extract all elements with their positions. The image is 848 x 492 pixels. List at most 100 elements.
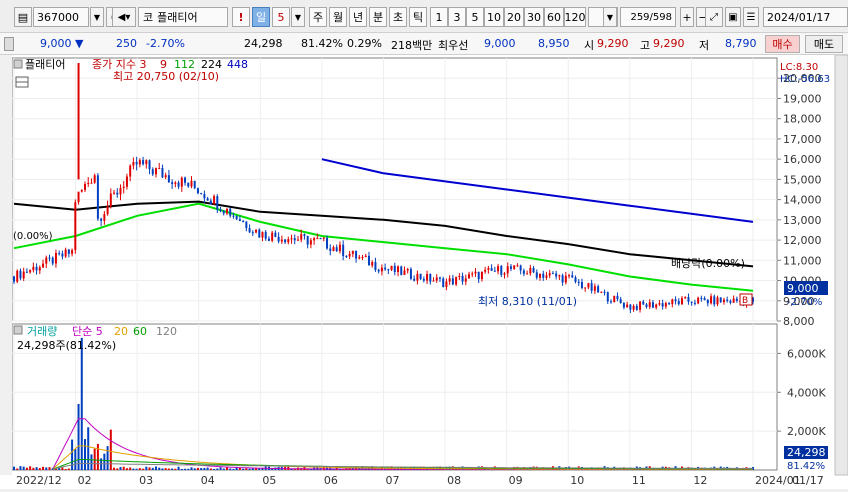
volume-bar [122, 466, 125, 470]
candle-body [548, 273, 551, 276]
minute-1-button[interactable]: 1 [430, 7, 448, 27]
minute-10-button[interactable]: 10 [484, 7, 504, 27]
volume-bar [245, 468, 248, 470]
candle-body [180, 177, 183, 187]
candle-body [539, 273, 542, 278]
volume-bar [129, 467, 132, 470]
candle-body [522, 270, 525, 274]
candle-body [284, 239, 287, 243]
btn-label: 120 [564, 10, 586, 24]
volume-bar [45, 467, 48, 470]
candle-body [190, 180, 193, 187]
vol-legend-ma5: 단순 5 [72, 325, 103, 338]
period-day-button[interactable]: 일 [252, 7, 270, 27]
candle-body [574, 277, 577, 282]
candle-body [51, 257, 54, 264]
minute-60-button[interactable]: 60 [544, 7, 564, 27]
candle-body [122, 186, 125, 188]
sell-button[interactable]: 매도 [805, 35, 843, 53]
candle-body [403, 270, 406, 275]
candle-body [700, 297, 703, 299]
date-tick-label: 04 [201, 474, 215, 487]
candle-body [658, 303, 661, 305]
legend-ma448: 448 [227, 58, 248, 71]
pct-tag-text: -2.70% [787, 297, 822, 308]
vol-collapse-icon[interactable] [13, 325, 23, 335]
minute-20-button[interactable]: 20 [504, 7, 524, 27]
alert-button[interactable]: ! [232, 7, 250, 27]
collapse-icon[interactable] [4, 37, 14, 51]
plus-icon[interactable]: + [680, 7, 694, 27]
candle-body [384, 267, 387, 270]
period-second-button[interactable]: 초 [389, 7, 407, 27]
candle-body [622, 303, 625, 308]
period-minute-button[interactable]: 분 [369, 7, 387, 27]
zoom-icon[interactable]: ⤢ [705, 7, 723, 27]
volume-tick-label: 6,000K [787, 347, 826, 360]
stock-name-field[interactable]: 코 플래티어 [138, 7, 228, 27]
period-tick-button[interactable]: 틱 [409, 7, 427, 27]
candle-body [229, 208, 232, 216]
speaker-icon[interactable]: ◀▾ [112, 7, 136, 27]
candle-body [274, 232, 277, 237]
candle-body [280, 239, 283, 242]
code-dropdown-icon[interactable]: ▼ [90, 7, 104, 27]
candle-body [587, 283, 590, 288]
minute-5-button[interactable]: 5 [466, 7, 484, 27]
vol-legend-ma60: 60 [133, 325, 147, 338]
volume-bar [216, 468, 219, 470]
period-month-button[interactable]: 월 [329, 7, 347, 27]
candle-body [371, 262, 374, 266]
volume-bar [161, 468, 164, 470]
candle-body [661, 303, 664, 307]
left-gutter [0, 55, 12, 475]
candle-body [471, 273, 474, 275]
volume-bar [125, 468, 128, 470]
vol-legend-title: 거래량 [27, 325, 57, 338]
candle-body [558, 275, 561, 277]
candle-body [38, 267, 41, 271]
candle-body [690, 301, 693, 303]
chart-area: 20,000 19,000 18,000 17,000 16,000 15,000 14,0… [0, 54, 848, 489]
left-annotation: (0.00%) [13, 231, 53, 242]
candle-body [119, 187, 122, 195]
stock-code-input[interactable]: 367000 [33, 7, 89, 27]
candle-body [213, 196, 216, 205]
volume-bar [158, 467, 161, 470]
period-year-button[interactable]: 년 [349, 7, 367, 27]
volume-tick-label: 2,000K [787, 425, 826, 438]
minute-30-button[interactable]: 30 [524, 7, 544, 27]
volume-bar [145, 466, 148, 470]
panel-collapse-icon[interactable] [13, 59, 23, 69]
candle-body [13, 276, 15, 282]
volume-axis: 6,000K 4,000K 2,000K [777, 347, 826, 438]
settings-icon[interactable]: ☰ [743, 7, 759, 27]
period-dropdown-icon[interactable]: ▼ [291, 7, 305, 27]
chart-type-icon[interactable]: ▤ [14, 7, 32, 27]
candle-body [216, 196, 219, 210]
alert-mark: ! [238, 10, 244, 24]
vol-legend-ma120: 120 [156, 325, 177, 338]
minute-3-button[interactable]: 3 [448, 7, 466, 27]
save-icon[interactable]: ▣ [725, 7, 741, 27]
candle-body [106, 206, 109, 215]
candle-body [348, 253, 351, 257]
scrollbar[interactable] [834, 54, 848, 476]
candle-body [406, 269, 409, 271]
candle-body [519, 265, 522, 271]
bid1: 9,000 [484, 37, 516, 50]
candle-body [445, 281, 448, 287]
price-tick-label: 14,000 [783, 194, 822, 207]
candle-body [451, 278, 454, 285]
date-field[interactable]: 2024/01/17 [763, 7, 848, 27]
candle-body [397, 266, 400, 273]
custom-dropdown-icon[interactable]: ▼ [603, 7, 617, 27]
period-week-button[interactable]: 주 [309, 7, 327, 27]
stock-chart[interactable]: 20,00019,00018,00017,00016,00015,00014,0… [0, 54, 848, 489]
buy-button[interactable]: 매수 [765, 35, 800, 53]
hc-label: HC:-56.63 [780, 74, 830, 85]
minute-120-button[interactable]: 120 [564, 7, 586, 27]
btn-label: 3 [453, 10, 461, 24]
period-value-field[interactable]: 5 [272, 7, 290, 27]
candle-body [442, 278, 445, 287]
